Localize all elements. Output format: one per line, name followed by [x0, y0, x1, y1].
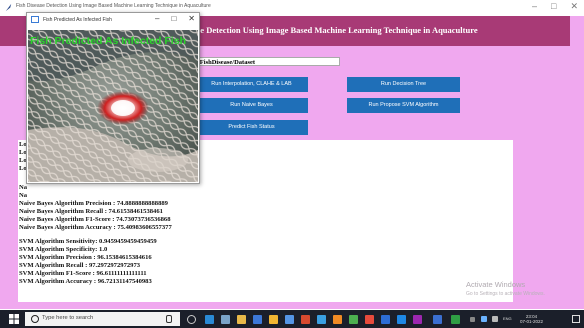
popup-maximize-button[interactable]: □ [171, 14, 176, 23]
output-line: SVM Algorithm Accuracy : 96.721311475409… [19, 278, 152, 285]
windows-taskbar: Type here to search ENG 23:04 07-01-2022 [0, 310, 584, 328]
activate-windows-subtext: Go to Settings to activate Windows. [466, 291, 545, 297]
taskbar-search-box[interactable]: Type here to search [25, 312, 180, 326]
output-line: SVM Algorithm Specificity: 1.0 [19, 246, 108, 253]
chrome-icon[interactable] [349, 315, 358, 324]
cortana-icon[interactable] [187, 315, 196, 324]
feather-app-icon[interactable] [433, 315, 442, 324]
mail-icon[interactable] [285, 315, 294, 324]
window-title: Fish Disease Detection Using Image Based… [16, 3, 211, 9]
minimize-button[interactable]: – [532, 1, 537, 12]
window-icon [31, 16, 39, 23]
edge-icon[interactable] [205, 315, 214, 324]
close-button[interactable]: ✕ [570, 1, 578, 12]
output-line: Naive Bayes Algorithm Recall : 74.615384… [19, 208, 163, 215]
prediction-overlay-label: Fish Predicted As Infected Fish [30, 35, 186, 47]
output-line: SVM Algorithm Sensitivity: 0.94594594594… [19, 238, 157, 245]
search-placeholder: Type here to search [42, 315, 94, 321]
popup-close-button[interactable]: ✕ [188, 14, 195, 23]
search-icon [31, 315, 39, 323]
microphone-icon[interactable] [166, 315, 172, 323]
output-line: Naive Bayes Algorithm Precision : 74.888… [19, 200, 168, 207]
run-decision-tree-button[interactable]: Run Decision Tree [347, 77, 460, 92]
popup-minimize-button[interactable]: – [155, 14, 159, 23]
app-icon-blue[interactable] [381, 315, 390, 324]
run-svm-button[interactable]: Run Propose SVM Algorithm [347, 98, 460, 113]
file-explorer-icon[interactable] [237, 315, 246, 324]
network-icon[interactable] [481, 316, 487, 322]
volume-icon[interactable] [492, 316, 498, 322]
app-icon-red[interactable] [365, 315, 374, 324]
fish-photo-graphic [28, 30, 198, 182]
prediction-popup-window[interactable]: Fish Predicted As Infected Fish – □ ✕ Fi… [26, 12, 200, 184]
notifications-icon[interactable] [572, 315, 580, 323]
firefox-icon[interactable] [333, 315, 342, 324]
activate-windows-watermark: Activate Windows [466, 280, 526, 289]
output-line: Naive Bayes Algorithm F1-Score : 74.7307… [19, 216, 171, 223]
run-naive-bayes-button[interactable]: Run Naive Bayes [195, 98, 308, 113]
python-icon[interactable] [397, 315, 406, 324]
output-line: Na [19, 184, 28, 191]
output-line: Naive Bayes Algorithm Accuracy : 75.4098… [19, 224, 172, 231]
app-icon-purple[interactable] [413, 315, 422, 324]
fish-image [28, 30, 198, 182]
output-line: SVM Algorithm F1-Score : 96.611111111111… [19, 270, 147, 277]
windows-start-icon[interactable] [9, 314, 19, 324]
app-feather-icon [5, 3, 12, 12]
dataset-path-field[interactable]: /FishDisease/Dataset [195, 57, 340, 66]
output-line: SVM Algorithm Recall : 97.2972972972973 [19, 262, 141, 269]
app-icon-green[interactable] [451, 315, 460, 324]
clock-date: 07-01-2022 [520, 319, 544, 324]
folder-icon[interactable] [269, 315, 278, 324]
office-icon[interactable] [301, 315, 310, 324]
run-interpolation-button[interactable]: Run Interpolation, CLAHE & LAB [195, 77, 308, 92]
chevron-up-icon[interactable] [470, 317, 475, 322]
predict-fish-status-button[interactable]: Predict Fish Status [195, 120, 308, 135]
app-heading: se Detection Using Image Based Machine L… [197, 25, 478, 35]
photos-icon[interactable] [317, 315, 326, 324]
system-clock[interactable]: 23:04 07-01-2022 [520, 314, 543, 324]
language-indicator[interactable]: ENG [503, 316, 513, 322]
output-line: SVM Algorithm Precision : 96.15384615384… [19, 254, 152, 261]
maximize-button[interactable]: □ [551, 1, 556, 12]
store-icon[interactable] [253, 315, 262, 324]
task-view-icon[interactable] [221, 315, 230, 324]
output-line: Na [19, 192, 28, 199]
popup-title: Fish Predicted As Infected Fish [43, 17, 112, 23]
